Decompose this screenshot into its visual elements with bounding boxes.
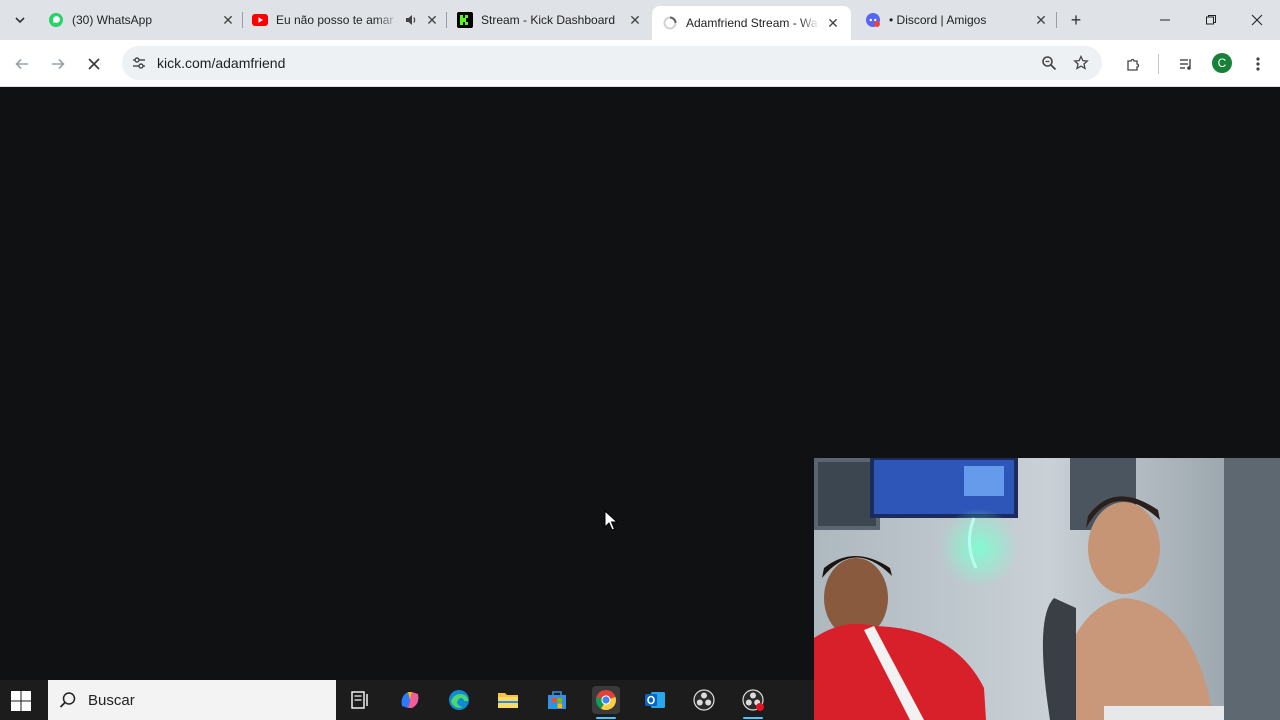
browser-toolbar: kick.com/adamfriend C bbox=[0, 40, 1280, 87]
tab-divider bbox=[1056, 12, 1057, 28]
tab-youtube[interactable]: Eu não posso te amar ✕ bbox=[252, 6, 440, 34]
tab-divider bbox=[242, 12, 243, 28]
new-tab-icon[interactable]: + bbox=[1066, 10, 1086, 30]
search-placeholder: Buscar bbox=[88, 691, 135, 709]
task-view-icon[interactable] bbox=[346, 686, 374, 714]
tab-title: (30) WhatsApp bbox=[72, 13, 153, 27]
windows-start-icon[interactable] bbox=[10, 690, 32, 712]
obs-recording-icon[interactable] bbox=[739, 686, 767, 719]
edge-browser-icon[interactable] bbox=[445, 686, 473, 714]
close-window-icon[interactable] bbox=[1245, 8, 1269, 32]
chrome-browser-icon[interactable] bbox=[592, 686, 620, 719]
site-settings-icon[interactable] bbox=[130, 54, 148, 72]
close-icon[interactable]: ✕ bbox=[1033, 12, 1049, 28]
whatsapp-icon bbox=[48, 12, 64, 28]
tab-adamfriend-stream[interactable]: Adamfriend Stream - Wa ✕ bbox=[652, 6, 851, 40]
close-icon[interactable]: ✕ bbox=[424, 12, 440, 28]
forward-arrow-icon[interactable] bbox=[46, 52, 70, 76]
tab-divider bbox=[446, 12, 447, 28]
tab-discord[interactable]: • Discord | Amigos ✕ bbox=[865, 6, 1049, 34]
file-explorer-icon[interactable] bbox=[494, 686, 522, 714]
outlook-icon[interactable] bbox=[641, 686, 669, 714]
bookmark-star-icon[interactable] bbox=[1072, 54, 1090, 72]
tab-strip: (30) WhatsApp ✕ Eu não posso te amar ✕ S… bbox=[0, 0, 1280, 40]
kick-icon bbox=[457, 12, 473, 28]
tab-search-chevron-icon[interactable] bbox=[8, 8, 32, 32]
tab-title: Eu não posso te amar bbox=[276, 13, 394, 27]
close-icon[interactable]: ✕ bbox=[627, 12, 643, 28]
copilot-icon[interactable] bbox=[396, 686, 424, 714]
tab-whatsapp[interactable]: (30) WhatsApp ✕ bbox=[48, 6, 236, 34]
restore-icon[interactable] bbox=[1199, 8, 1223, 32]
speaker-icon[interactable] bbox=[404, 13, 418, 27]
tab-title: Stream - Kick Dashboard bbox=[481, 13, 616, 27]
extensions-puzzle-icon[interactable] bbox=[1121, 52, 1145, 76]
windows-taskbar: Buscar bbox=[0, 680, 814, 720]
close-icon[interactable]: ✕ bbox=[220, 12, 236, 28]
obs-icon[interactable] bbox=[690, 686, 718, 714]
stop-loading-icon[interactable] bbox=[82, 52, 106, 76]
search-icon bbox=[48, 680, 88, 720]
tab-title: Adamfriend Stream - Wa bbox=[686, 16, 818, 30]
tab-title: • Discord | Amigos bbox=[889, 13, 987, 27]
webcam-video-overlay bbox=[814, 458, 1280, 720]
youtube-icon bbox=[252, 12, 268, 28]
tab-kick-dashboard[interactable]: Stream - Kick Dashboard ✕ bbox=[457, 6, 643, 34]
zoom-icon[interactable] bbox=[1040, 54, 1058, 72]
discord-icon bbox=[865, 12, 881, 28]
close-icon[interactable]: ✕ bbox=[825, 15, 841, 31]
loading-icon bbox=[662, 15, 678, 31]
url-text[interactable]: kick.com/adamfriend bbox=[157, 55, 285, 71]
toolbar-divider bbox=[1158, 54, 1159, 74]
address-bar[interactable]: kick.com/adamfriend bbox=[122, 46, 1102, 80]
taskbar-search-box[interactable]: Buscar bbox=[48, 680, 336, 720]
minimize-icon[interactable] bbox=[1153, 8, 1177, 32]
microsoft-store-icon[interactable] bbox=[543, 686, 571, 714]
profile-avatar[interactable]: C bbox=[1212, 53, 1232, 73]
more-menu-icon[interactable] bbox=[1246, 52, 1270, 76]
webcam-scene bbox=[814, 458, 1280, 720]
media-controls-icon[interactable] bbox=[1174, 52, 1198, 76]
back-arrow-icon[interactable] bbox=[10, 52, 34, 76]
